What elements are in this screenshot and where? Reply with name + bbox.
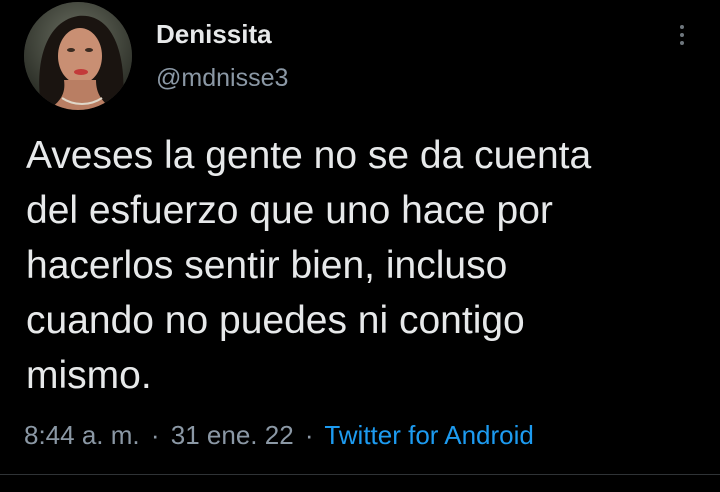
tweet-text: Aveses la gente no se da cuenta del esfu… xyxy=(26,128,696,403)
tweet-text-line: cuando no puedes ni contigo xyxy=(26,299,525,342)
tweet-time[interactable]: 8:44 a. m. xyxy=(24,420,140,450)
tweet-text-line: del esfuerzo que uno hace por xyxy=(26,189,553,232)
avatar[interactable] xyxy=(24,2,132,110)
tweet-text-line: Aveses la gente no se da cuenta xyxy=(26,134,592,177)
tweet-text-line: hacerlos sentir bien, incluso xyxy=(26,244,508,287)
avatar-image xyxy=(24,2,132,110)
tweet-date[interactable]: 31 ene. 22 xyxy=(171,420,294,450)
meta-separator: · xyxy=(304,420,314,450)
tweet-text-line: mismo. xyxy=(26,354,152,397)
divider xyxy=(0,474,720,475)
tweet-source-link[interactable]: Twitter for Android xyxy=(324,420,534,450)
tweet: Denissita @mdnisse3 Aveses la gente no s… xyxy=(0,0,720,492)
author-handle[interactable]: @mdnisse3 xyxy=(156,64,288,93)
meta-separator: · xyxy=(150,420,160,450)
author-display-name[interactable]: Denissita xyxy=(156,19,272,50)
tweet-meta: 8:44 a. m. · 31 ene. 22 · Twitter for An… xyxy=(24,420,534,451)
more-vertical-icon[interactable] xyxy=(672,20,692,50)
